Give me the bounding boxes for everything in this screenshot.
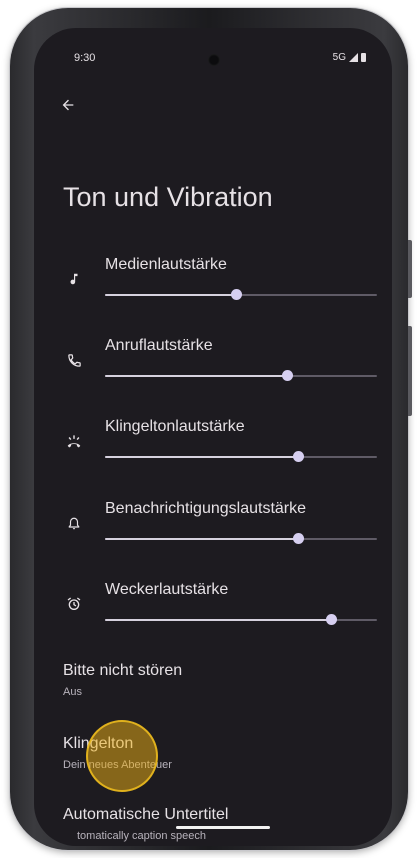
bell-icon (63, 512, 85, 534)
phone-frame: 9:30 5G Ton und Vibration Medienlautstär… (10, 8, 412, 850)
call-volume-label: Anruflautstärke (105, 337, 213, 354)
battery-icon (361, 53, 366, 62)
ring-volume-slider[interactable] (105, 451, 377, 462)
slider-thumb[interactable] (282, 370, 294, 381)
status-time: 9:30 (74, 52, 96, 64)
page-title: Ton und Vibration (63, 182, 273, 212)
slider-fill (105, 538, 299, 540)
slider-thumb[interactable] (230, 289, 242, 300)
slider-fill (105, 456, 299, 458)
alarm-icon (63, 593, 85, 615)
alarm-volume-slider[interactable] (105, 614, 377, 625)
back-button[interactable] (56, 93, 80, 117)
volume-rocker (408, 326, 412, 416)
live-caption-summary: tomatically caption speech (77, 830, 207, 842)
slider-thumb[interactable] (293, 533, 305, 544)
slider-fill (105, 619, 331, 621)
notification-volume-slider[interactable] (105, 533, 377, 544)
ring-volume-row[interactable]: Klingeltonlautstärke (34, 418, 392, 488)
media-volume-slider[interactable] (105, 289, 377, 300)
status-icons: 5G (333, 52, 366, 63)
status-bar: 9:30 5G (34, 28, 392, 68)
screen: 9:30 5G Ton und Vibration Medienlautstär… (34, 28, 392, 846)
gesture-nav-handle[interactable] (176, 826, 270, 829)
slider-fill (105, 294, 236, 296)
slider-thumb[interactable] (325, 614, 337, 625)
ring-volume-label: Klingeltonlautstärke (105, 418, 245, 435)
notification-volume-row[interactable]: Benachrichtigungslautstärke (34, 500, 392, 570)
slider-fill (105, 375, 288, 377)
notification-volume-label: Benachrichtigungslautstärke (105, 500, 307, 517)
arrow-back-icon (62, 99, 74, 111)
power-button (408, 240, 412, 298)
call-volume-row[interactable]: Anruflautstärke (34, 337, 392, 407)
alarm-volume-label: Weckerlautstärke (105, 581, 229, 598)
music-note-icon (63, 268, 85, 290)
network-type: 5G (332, 52, 346, 63)
alarm-volume-row[interactable]: Weckerlautstärke (34, 581, 392, 651)
slider-thumb[interactable] (293, 451, 305, 462)
front-camera (208, 54, 220, 66)
signal-icon (349, 53, 358, 62)
live-caption-title: Automatische Untertitel (63, 806, 229, 823)
do-not-disturb-summary: Aus (63, 686, 82, 698)
live-caption-item[interactable]: Automatische Untertitel tomatically capt… (63, 806, 363, 842)
do-not-disturb-item[interactable]: Bitte nicht stören Aus (63, 662, 363, 698)
phone-icon (63, 349, 85, 371)
ring-volume-icon (63, 430, 85, 452)
call-volume-slider[interactable] (105, 370, 377, 381)
do-not-disturb-title: Bitte nicht stören (63, 662, 183, 679)
touch-indicator (86, 720, 158, 792)
media-volume-row[interactable]: Medienlautstärke (34, 256, 392, 326)
media-volume-label: Medienlautstärke (105, 256, 227, 273)
